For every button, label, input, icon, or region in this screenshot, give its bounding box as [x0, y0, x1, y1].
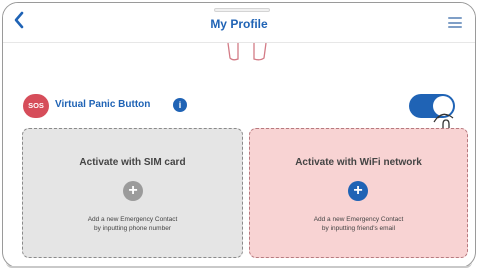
sim-desc-line-2: by inputting phone number [94, 225, 171, 232]
panic-button-label: Virtual Panic Button [55, 99, 151, 110]
page-title: My Profile [210, 17, 268, 31]
sos-badge: SOS [23, 94, 49, 118]
device-frame: My Profile SOS Virtual Panic Button i Ac… [2, 2, 476, 268]
sim-desc-line-1: Add a new Emergency Contact [87, 216, 178, 223]
wifi-card-description: Add a new Emergency Contact by inputting… [250, 215, 467, 233]
info-icon[interactable]: i [173, 98, 187, 112]
sim-card-option[interactable]: Activate with SIM card + Add a new Emerg… [22, 128, 243, 258]
menu-line [448, 17, 462, 19]
avatar-legs-illustration [227, 43, 267, 61]
wifi-network-option[interactable]: Activate with WiFi network + Add a new E… [249, 128, 468, 258]
wifi-card-title: Activate with WiFi network [295, 157, 422, 168]
sim-card-description: Add a new Emergency Contact by inputting… [23, 215, 242, 233]
sim-card-title: Activate with SIM card [79, 157, 186, 168]
device-speaker [214, 8, 270, 12]
add-plus-icon[interactable]: + [123, 181, 143, 201]
top-bar: My Profile [3, 3, 475, 43]
add-plus-icon[interactable]: + [348, 181, 368, 201]
wifi-desc-line-2: by inputting friend's email [321, 225, 396, 232]
device-bottom-edge [6, 262, 472, 268]
menu-button[interactable] [448, 17, 462, 28]
wifi-desc-line-1: Add a new Emergency Contact [313, 216, 404, 223]
menu-line [448, 26, 462, 28]
menu-line [448, 21, 462, 24]
